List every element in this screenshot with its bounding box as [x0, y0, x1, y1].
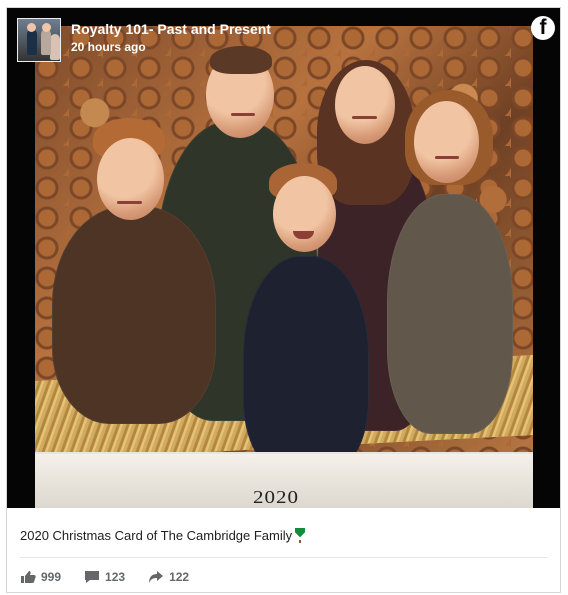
christmas-tree-icon	[295, 528, 306, 543]
reaction-stats: 999 123 122	[20, 569, 212, 585]
comment-stat[interactable]: 123	[84, 570, 125, 584]
post-timestamp[interactable]: 20 hours ago	[71, 40, 146, 55]
page-avatar[interactable]	[17, 18, 61, 62]
older-boy-head	[97, 138, 164, 220]
older-boy-figure	[52, 206, 216, 424]
caption-text: 2020 Christmas Card of The Cambridge Fam…	[20, 528, 293, 543]
stats-divider	[20, 557, 547, 558]
girl-smile	[435, 156, 459, 159]
younger-boy-head	[273, 176, 336, 252]
father-smile	[231, 113, 255, 116]
like-stat[interactable]: 999	[20, 570, 61, 584]
girl-head	[414, 101, 479, 183]
post-header: Royalty 101- Past and Present 20 hours a…	[15, 16, 555, 62]
thumbs-up-icon	[21, 571, 36, 583]
comment-bubble-icon	[85, 571, 100, 583]
page-name-link[interactable]: Royalty 101- Past and Present	[71, 21, 271, 38]
comment-count: 123	[105, 570, 126, 584]
christmas-card-photo[interactable]: 2020	[35, 26, 533, 508]
mother-head	[335, 66, 395, 144]
girl-figure	[387, 194, 513, 434]
social-post-card: 2020 Royalty 101- Past and Present 20 ho…	[6, 7, 561, 593]
facebook-logo-icon[interactable]: f	[531, 16, 555, 40]
card-year-text: 2020	[253, 486, 299, 508]
mother-smile	[352, 116, 377, 119]
younger-boy-figure	[243, 256, 369, 476]
like-count: 999	[41, 570, 62, 584]
share-stat[interactable]: 122	[148, 570, 189, 584]
card-bottom-panel: 2020	[35, 452, 533, 508]
share-count: 122	[169, 570, 190, 584]
post-caption: 2020 Christmas Card of The Cambridge Fam…	[20, 528, 306, 544]
post-photo-area[interactable]: 2020 Royalty 101- Past and Present 20 ho…	[7, 8, 560, 508]
share-arrow-icon	[149, 571, 164, 583]
older-boy-smile	[117, 201, 142, 204]
